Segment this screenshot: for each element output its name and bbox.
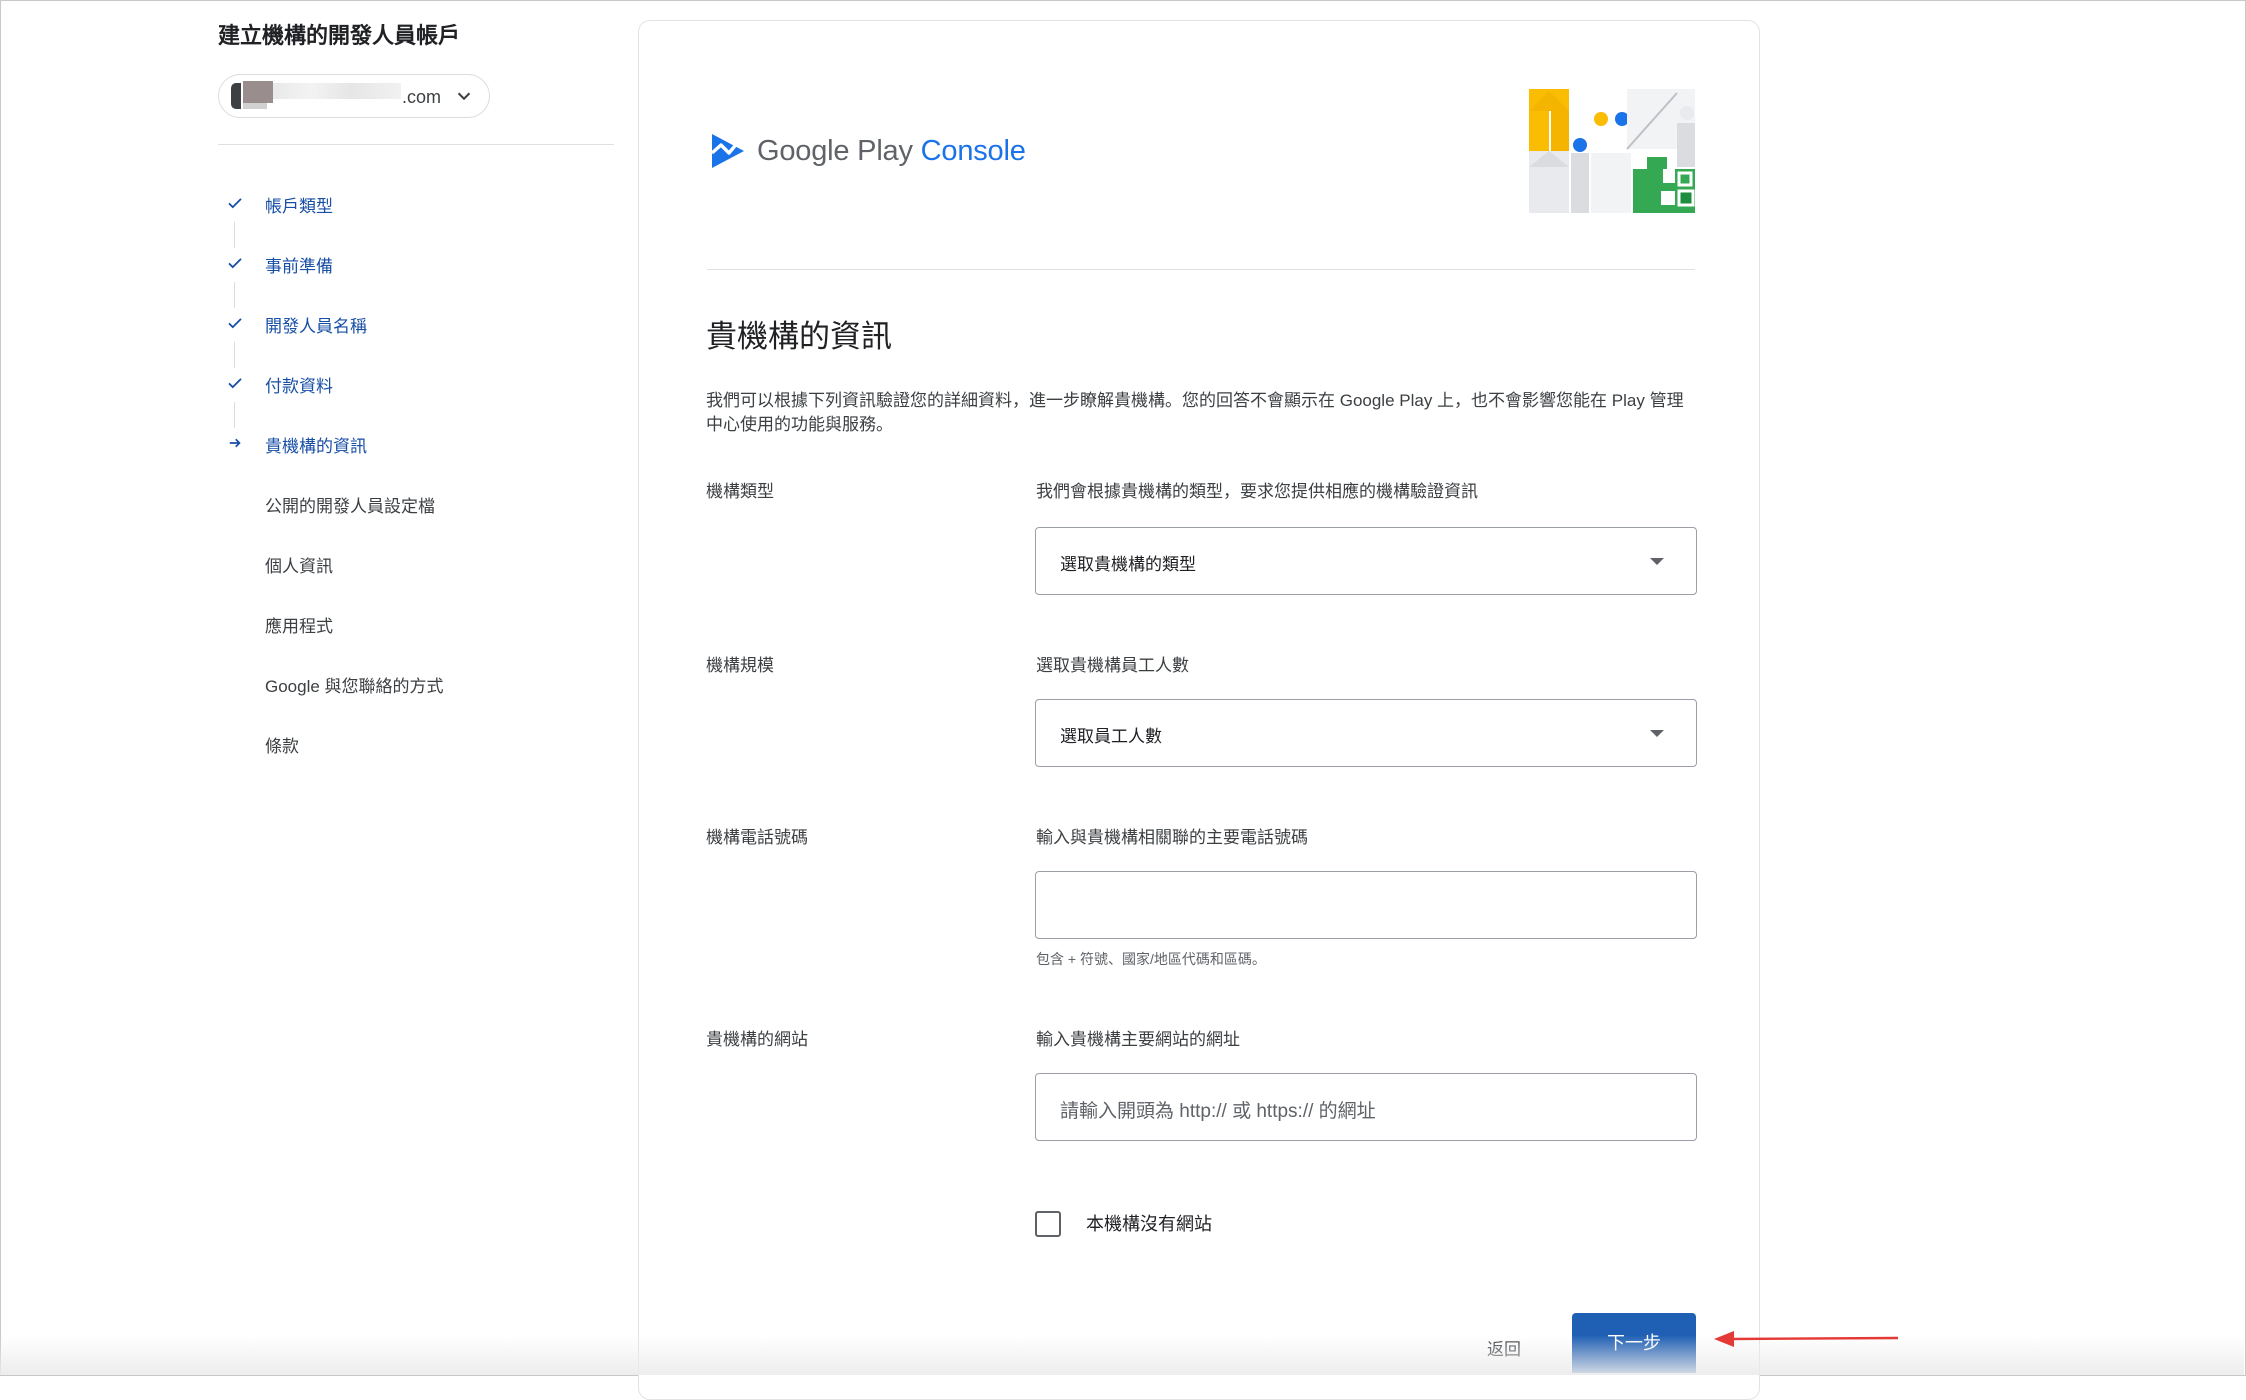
step-org-info[interactable]: 貴機構的資訊 <box>218 428 614 458</box>
form-card: Google Play Console 貴機構的資訊 我們可以根據下列資訊驗證您… <box>638 20 1760 1400</box>
step-public-profile: 公開的開發人員設定檔 <box>218 488 614 518</box>
chevron-down-icon <box>457 92 471 101</box>
step-connector <box>234 282 235 308</box>
account-email-redacted <box>231 83 241 109</box>
account-email-redacted-underline <box>243 103 267 109</box>
step-personal-info: 個人資訊 <box>218 548 614 578</box>
page-title: 建立機構的開發人員帳戶 <box>218 23 461 48</box>
step-label: 個人資訊 <box>265 557 333 576</box>
header-divider <box>707 269 1695 270</box>
brand-name-suffix: Console <box>920 135 1026 167</box>
org-website-placeholder: 請輸入開頭為 http:// 或 https:// 的網址 <box>1060 1101 1376 1122</box>
org-phone-description: 輸入與貴機構相關聯的主要電話號碼 <box>1036 828 1308 847</box>
org-size-label: 機構規模 <box>706 656 774 675</box>
check-icon <box>228 198 242 209</box>
annotation-arrow-icon <box>1714 1331 1899 1347</box>
step-connector <box>234 342 235 368</box>
step-contact: Google 與您聯絡的方式 <box>218 668 614 698</box>
account-domain: .com <box>402 87 442 107</box>
step-apps: 應用程式 <box>218 608 614 638</box>
next-button[interactable]: 下一步 <box>1572 1313 1696 1373</box>
step-label: 應用程式 <box>265 617 333 636</box>
step-connector <box>234 222 235 248</box>
play-console-logo-icon <box>710 134 744 168</box>
org-size-select[interactable]: 選取員工人數 <box>1035 699 1697 767</box>
org-type-select-value: 選取貴機構的類型 <box>1060 555 1196 574</box>
no-website-checkbox[interactable] <box>1035 1211 1061 1237</box>
account-email-redacted-text <box>273 83 401 99</box>
step-label: 條款 <box>265 737 299 756</box>
header-illustration <box>1527 87 1697 215</box>
org-size-select-value: 選取員工人數 <box>1060 727 1162 746</box>
step-developer-name[interactable]: 開發人員名稱 <box>218 308 614 338</box>
check-icon <box>228 258 242 269</box>
org-type-label: 機構類型 <box>706 482 774 501</box>
check-icon <box>228 318 242 329</box>
brand-name-prefix: Google Play <box>757 135 913 167</box>
step-label: 帳戶類型 <box>265 197 333 216</box>
step-label: 開發人員名稱 <box>265 317 367 336</box>
account-avatar-redacted <box>243 81 273 103</box>
step-payment[interactable]: 付款資料 <box>218 368 614 398</box>
step-label: 貴機構的資訊 <box>265 437 367 456</box>
account-switcher[interactable]: .com <box>218 74 490 118</box>
step-label: 事前準備 <box>265 257 333 276</box>
step-preparation[interactable]: 事前準備 <box>218 248 614 278</box>
step-connector <box>234 402 235 428</box>
section-intro: 我們可以根據下列資訊驗證您的詳細資料，進一步瞭解貴機構。您的回答不會顯示在 Go… <box>706 391 1684 434</box>
sidebar-divider <box>218 144 614 145</box>
org-phone-input[interactable] <box>1035 871 1697 939</box>
step-terms: 條款 <box>218 728 614 758</box>
no-website-label[interactable]: 本機構沒有網站 <box>1086 1210 1212 1236</box>
arrow-right-icon <box>229 438 241 448</box>
section-title: 貴機構的資訊 <box>706 319 892 354</box>
dropdown-arrow-icon <box>1650 558 1664 565</box>
back-button[interactable]: 返回 <box>1487 1335 1521 1360</box>
org-website-description: 輸入貴機構主要網站的網址 <box>1036 1030 1240 1049</box>
org-website-input[interactable]: 請輸入開頭為 http:// 或 https:// 的網址 <box>1035 1073 1697 1141</box>
org-phone-label: 機構電話號碼 <box>706 828 808 847</box>
brand-name: Google Play Console <box>757 135 1026 168</box>
dropdown-arrow-icon <box>1650 730 1664 737</box>
org-type-select[interactable]: 選取貴機構的類型 <box>1035 527 1697 595</box>
org-website-label: 貴機構的網站 <box>706 1030 808 1049</box>
step-label: 公開的開發人員設定檔 <box>265 497 435 516</box>
step-account-type[interactable]: 帳戶類型 <box>218 188 614 218</box>
org-type-description: 我們會根據貴機構的類型，要求您提供相應的機構驗證資訊 <box>1036 482 1478 501</box>
check-icon <box>228 378 242 389</box>
org-size-description: 選取貴機構員工人數 <box>1036 656 1189 675</box>
step-label: Google 與您聯絡的方式 <box>265 677 444 696</box>
org-phone-hint: 包含 + 符號、國家/地區代碼和區碼。 <box>1036 951 1266 967</box>
step-label: 付款資料 <box>265 377 333 396</box>
